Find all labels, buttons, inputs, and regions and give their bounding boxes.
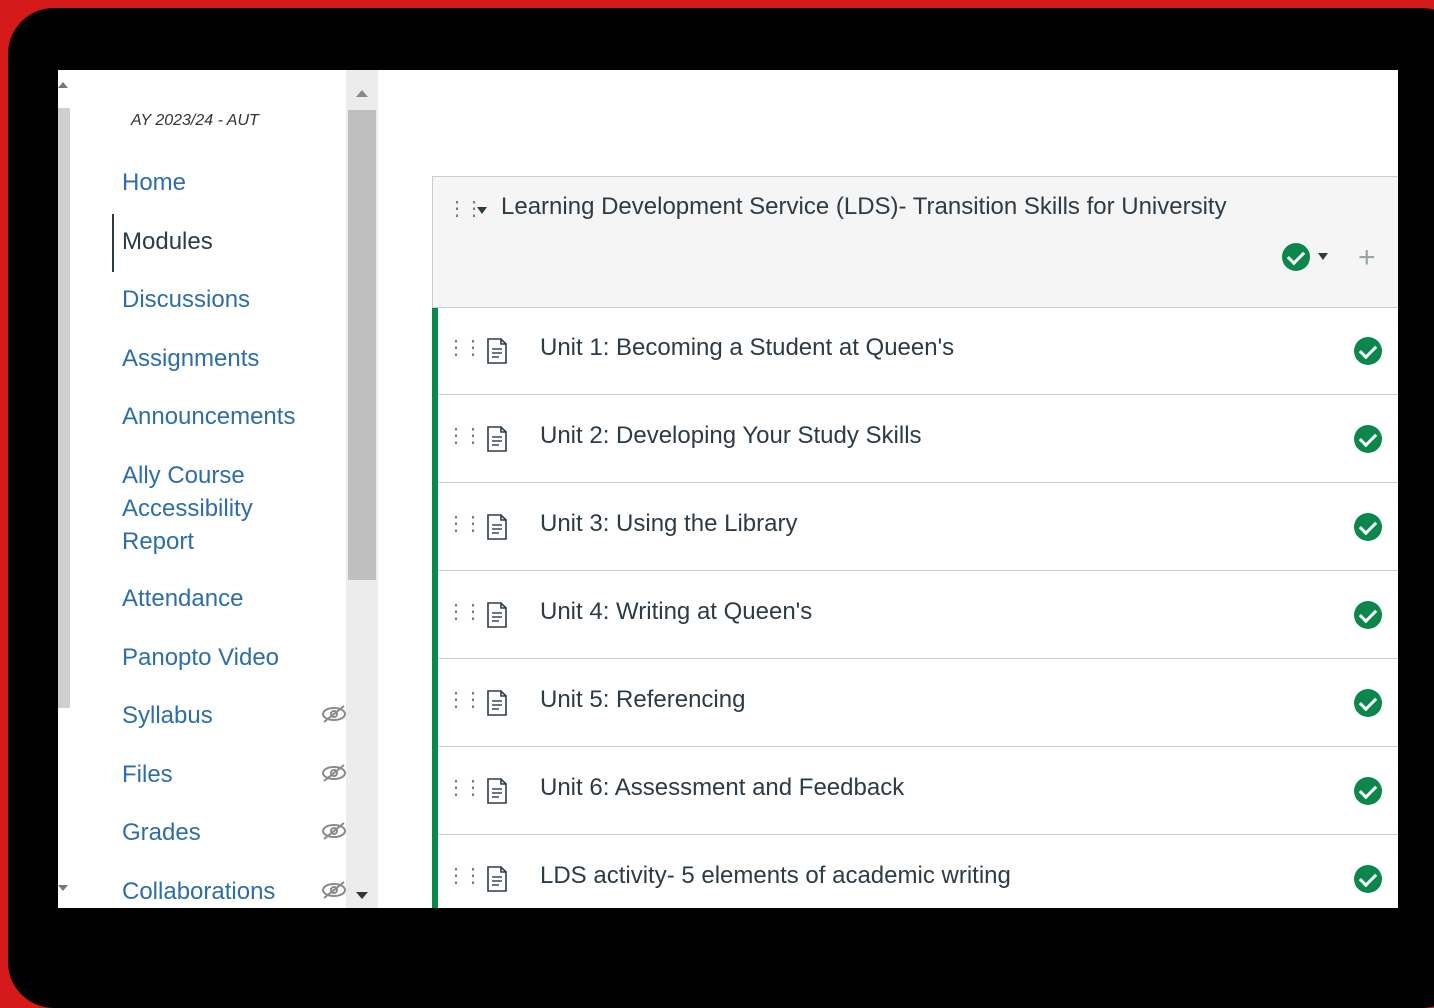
nav-announcements[interactable]: Announcements — [122, 400, 295, 433]
page-scrollbar[interactable] — [58, 108, 70, 708]
page-icon — [487, 866, 507, 892]
published-check-icon[interactable] — [1354, 865, 1382, 893]
add-item-icon[interactable]: + — [1358, 243, 1376, 273]
module-published-check-icon[interactable] — [1282, 243, 1310, 271]
nav-modules[interactable]: Modules — [122, 225, 213, 258]
module-item-title[interactable]: Unit 1: Becoming a Student at Queen's — [540, 334, 954, 362]
page-icon — [487, 338, 507, 364]
active-nav-indicator — [112, 214, 114, 272]
page-scroll-down-icon[interactable] — [58, 885, 68, 891]
nav-syllabus[interactable]: Syllabus — [122, 699, 213, 732]
nav-files[interactable]: Files — [122, 758, 173, 791]
module: ⋮⋮ Learning Development Service (LDS)- T… — [432, 176, 1398, 908]
published-indicator-bar — [432, 660, 438, 748]
module-item-title[interactable]: Unit 3: Using the Library — [540, 510, 797, 538]
published-indicator-bar — [432, 572, 438, 660]
drag-handle-icon[interactable]: ⋮⋮ — [446, 866, 483, 886]
published-indicator-bar — [432, 484, 438, 572]
page-icon — [487, 690, 507, 716]
publish-options-caret-icon[interactable] — [1318, 253, 1328, 260]
module-title[interactable]: Learning Development Service (LDS)- Tran… — [501, 193, 1227, 221]
published-check-icon[interactable] — [1354, 777, 1382, 805]
nav-ally-report[interactable]: Ally Course Accessibility Report — [122, 459, 302, 558]
drag-handle-icon[interactable]: ⋮⋮ — [447, 199, 484, 219]
scroll-up-icon[interactable] — [356, 90, 368, 97]
module-item-title[interactable]: Unit 2: Developing Your Study Skills — [540, 422, 922, 450]
published-indicator-bar — [432, 748, 438, 836]
nav-home[interactable]: Home — [122, 166, 186, 199]
course-term: AY 2023/24 - AUT — [131, 112, 259, 129]
module-item-title[interactable]: Unit 5: Referencing — [540, 686, 745, 714]
hidden-eye-icon — [322, 764, 346, 782]
module-item[interactable]: ⋮⋮ Unit 3: Using the Library — [432, 484, 1398, 572]
canvas-screen: AY 2023/24 - AUT Home Modules Discussion… — [58, 70, 1398, 908]
published-check-icon[interactable] — [1354, 689, 1382, 717]
published-indicator-bar — [432, 396, 438, 484]
module-item-title[interactable]: Unit 6: Assessment and Feedback — [540, 774, 904, 802]
module-item[interactable]: ⋮⋮ Unit 2: Developing Your Study Skills — [432, 396, 1398, 484]
nav-panopto-video[interactable]: Panopto Video — [122, 641, 279, 674]
hidden-eye-icon — [322, 822, 346, 840]
published-check-icon[interactable] — [1354, 337, 1382, 365]
nav-attendance[interactable]: Attendance — [122, 582, 243, 615]
nav-collaborations[interactable]: Collaborations — [122, 875, 275, 908]
published-check-icon[interactable] — [1354, 513, 1382, 541]
hidden-eye-icon — [322, 881, 346, 899]
published-check-icon[interactable] — [1354, 425, 1382, 453]
published-indicator-bar — [432, 836, 438, 908]
nav-assignments[interactable]: Assignments — [122, 342, 259, 375]
module-item[interactable]: ⋮⋮ Unit 5: Referencing — [432, 660, 1398, 748]
published-check-icon[interactable] — [1354, 601, 1382, 629]
hidden-eye-icon — [322, 705, 346, 723]
drag-handle-icon[interactable]: ⋮⋮ — [446, 514, 483, 534]
module-item-title[interactable]: Unit 4: Writing at Queen's — [540, 598, 812, 626]
page-icon — [487, 514, 507, 540]
page-icon — [487, 602, 507, 628]
module-item-title[interactable]: LDS activity- 5 elements of academic wri… — [540, 862, 1011, 890]
drag-handle-icon[interactable]: ⋮⋮ — [446, 690, 483, 710]
course-navigation: AY 2023/24 - AUT Home Modules Discussion… — [70, 70, 346, 908]
page-icon — [487, 426, 507, 452]
scrollbar-thumb[interactable] — [348, 110, 376, 580]
drag-handle-icon[interactable]: ⋮⋮ — [446, 602, 483, 622]
drag-handle-icon[interactable]: ⋮⋮ — [446, 338, 483, 358]
module-item[interactable]: ⋮⋮ Unit 4: Writing at Queen's — [432, 572, 1398, 660]
module-item[interactable]: ⋮⋮ LDS activity- 5 elements of academic … — [432, 836, 1398, 908]
module-header[interactable]: ⋮⋮ Learning Development Service (LDS)- T… — [432, 176, 1398, 308]
page-icon — [487, 778, 507, 804]
drag-handle-icon[interactable]: ⋮⋮ — [446, 426, 483, 446]
module-item[interactable]: ⋮⋮ Unit 1: Becoming a Student at Queen's — [432, 308, 1398, 396]
scroll-down-icon[interactable] — [356, 892, 368, 899]
collapse-caret-icon[interactable] — [477, 207, 487, 214]
page-scroll-up-icon[interactable] — [58, 82, 68, 88]
nav-scrollbar[interactable] — [346, 70, 378, 908]
published-indicator-bar — [432, 308, 438, 396]
nav-grades[interactable]: Grades — [122, 816, 201, 849]
module-item[interactable]: ⋮⋮ Unit 6: Assessment and Feedback — [432, 748, 1398, 836]
drag-handle-icon[interactable]: ⋮⋮ — [446, 778, 483, 798]
nav-discussions[interactable]: Discussions — [122, 283, 250, 316]
